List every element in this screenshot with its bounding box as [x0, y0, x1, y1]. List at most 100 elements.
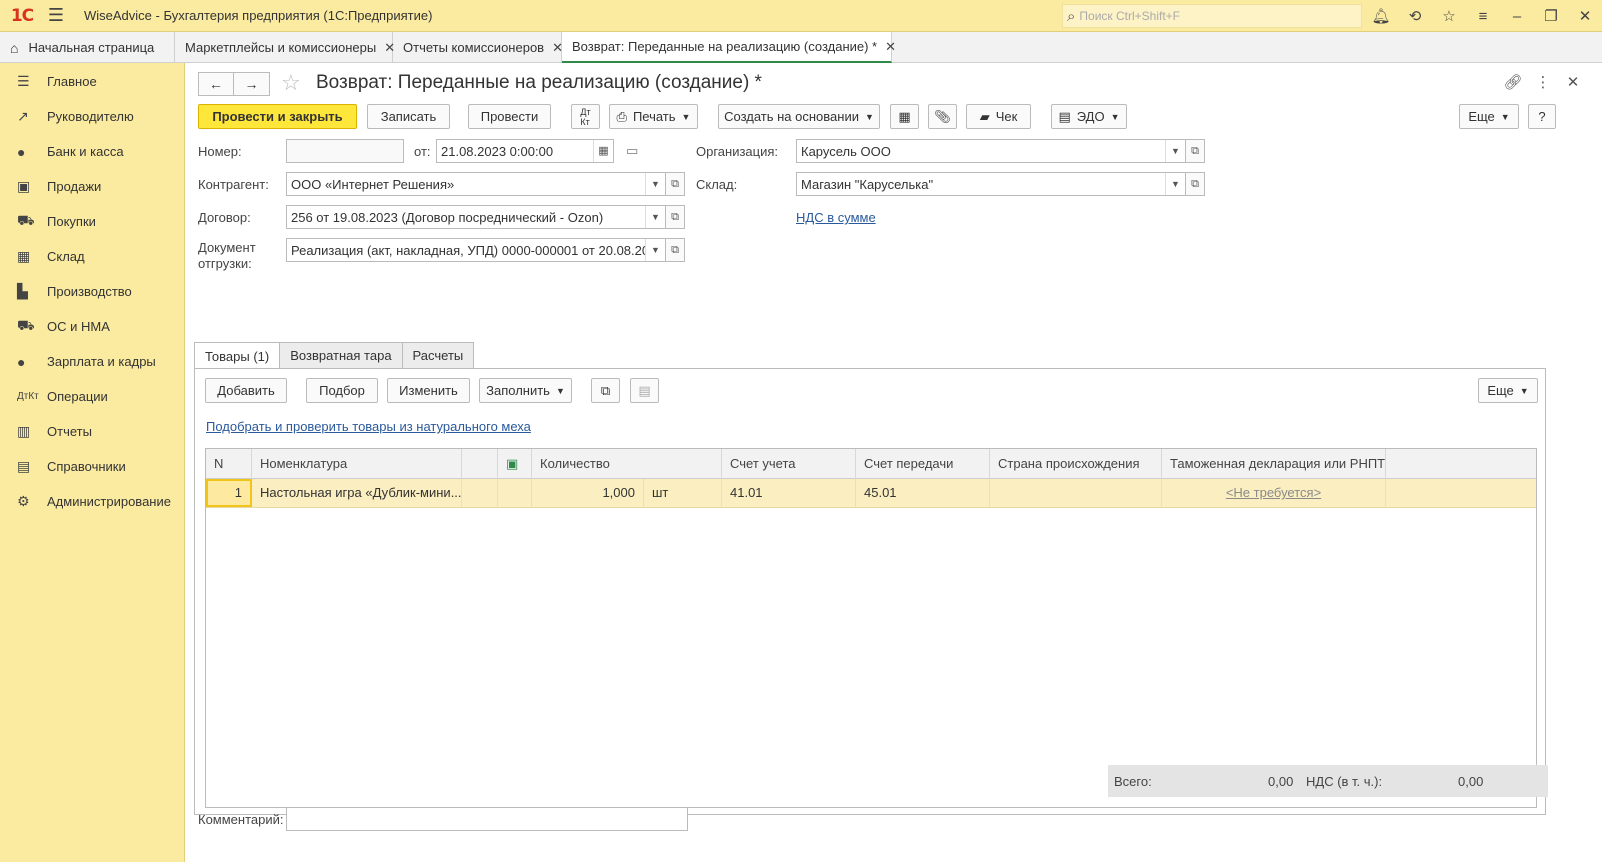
- cell-unit[interactable]: шт: [644, 479, 722, 507]
- sidebar-item-bank[interactable]: ● Банк и касса: [0, 134, 184, 169]
- organization-field[interactable]: Карусель ООО ▼: [796, 139, 1186, 163]
- tab-home[interactable]: ⌂ Начальная страница: [0, 32, 175, 63]
- favorite-star-icon[interactable]: ☆: [281, 70, 301, 96]
- comment-field[interactable]: [286, 807, 688, 831]
- forward-button[interactable]: →: [234, 72, 270, 96]
- sidebar-item-directories[interactable]: ▤ Справочники: [0, 449, 184, 484]
- link-icon[interactable]: 🔗︎: [1498, 73, 1528, 91]
- more-vert-icon[interactable]: ⋮: [1528, 73, 1558, 91]
- chevron-down-icon[interactable]: ▼: [645, 239, 665, 261]
- vat-in-amount-link[interactable]: НДС в сумме: [796, 210, 876, 225]
- dtkt-button[interactable]: Дт Кт: [571, 104, 600, 129]
- contract-field[interactable]: 256 от 19.08.2023 (Договор посреднически…: [286, 205, 666, 229]
- date-field[interactable]: 21.08.2023 0:00:00 ▦: [436, 139, 614, 163]
- open-shipment-doc-button[interactable]: ⧉: [665, 238, 685, 262]
- close-form-icon[interactable]: ✕: [1558, 73, 1588, 91]
- fill-button[interactable]: Заполнить ▼: [479, 378, 572, 403]
- structure-button[interactable]: ▦: [890, 104, 919, 129]
- more-button[interactable]: Еще ▼: [1459, 104, 1519, 129]
- tab-commission-reports[interactable]: Отчеты комиссионеров ✕: [393, 32, 563, 63]
- help-button[interactable]: ?: [1528, 104, 1556, 129]
- post-and-close-button[interactable]: Провести и закрыть: [198, 104, 357, 129]
- document-number-icon[interactable]: ▭: [626, 143, 638, 159]
- post-button[interactable]: Провести: [468, 104, 551, 129]
- calendar-icon[interactable]: ▦: [593, 140, 613, 162]
- sidebar-item-warehouse[interactable]: ▦ Склад: [0, 239, 184, 274]
- column-header-customs[interactable]: Таможенная декларация или РНПТ: [1162, 449, 1386, 479]
- tab-settlements[interactable]: Расчеты: [401, 342, 475, 368]
- receipt-button[interactable]: ▰ Чек: [966, 104, 1031, 129]
- tab-returnable-packaging[interactable]: Возвратная тара: [279, 342, 403, 368]
- fur-goods-link[interactable]: Подобрать и проверить товары из натураль…: [206, 419, 531, 434]
- sidebar-item-production[interactable]: ▙ Производство: [0, 274, 184, 309]
- cell-n[interactable]: 1: [206, 479, 252, 507]
- copy-row-button[interactable]: ⧉: [591, 378, 620, 403]
- not-required-link[interactable]: <Не требуется>: [1226, 485, 1321, 500]
- save-button[interactable]: Записать: [367, 104, 450, 129]
- sidebar-item-admin[interactable]: ⚙ Администрирование: [0, 484, 184, 519]
- column-header-marking[interactable]: ▣: [498, 449, 532, 479]
- change-button[interactable]: Изменить: [387, 378, 470, 403]
- open-counterparty-button[interactable]: ⧉: [665, 172, 685, 196]
- restore-icon[interactable]: ❐: [1534, 7, 1568, 25]
- cell-transfer-account[interactable]: 45.01: [856, 479, 990, 507]
- sidebar-item-main[interactable]: ☰ Главное: [0, 64, 184, 99]
- back-button[interactable]: ←: [198, 72, 234, 96]
- table-row[interactable]: 1 Настольная игра «Дублик-мини... 1,000 …: [206, 479, 1536, 508]
- warehouse-field[interactable]: Магазин "Каруселька" ▼: [796, 172, 1186, 196]
- chevron-down-icon[interactable]: ▼: [645, 173, 665, 195]
- edo-button[interactable]: ▤ ЭДО ▼: [1051, 104, 1127, 129]
- sidebar-item-purchases[interactable]: ⛟ Покупки: [0, 204, 184, 239]
- column-header-country[interactable]: Страна происхождения: [990, 449, 1162, 479]
- close-window-icon[interactable]: ✕: [1568, 7, 1602, 25]
- open-warehouse-button[interactable]: ⧉: [1185, 172, 1205, 196]
- minimize-icon[interactable]: –: [1500, 8, 1534, 25]
- sidebar-item-manager[interactable]: ↗ Руководителю: [0, 99, 184, 134]
- favorites-star-icon[interactable]: ☆: [1432, 7, 1466, 25]
- column-header-transfer-account[interactable]: Счет передачи: [856, 449, 990, 479]
- sidebar-item-sales[interactable]: ▣ Продажи: [0, 169, 184, 204]
- column-header-quantity[interactable]: Количество: [532, 449, 722, 479]
- cell-marking[interactable]: [498, 479, 532, 507]
- chevron-down-icon[interactable]: ▼: [1165, 173, 1185, 195]
- tab-return-document[interactable]: Возврат: Переданные на реализацию (созда…: [562, 32, 896, 63]
- add-row-button[interactable]: Добавить: [205, 378, 287, 403]
- tab-goods[interactable]: Товары (1): [194, 342, 281, 369]
- paste-row-button[interactable]: ▤: [630, 378, 659, 403]
- cell-quantity[interactable]: 1,000: [532, 479, 644, 507]
- column-header-blank[interactable]: [462, 449, 498, 479]
- close-tab-icon[interactable]: ✕: [885, 39, 896, 55]
- number-field[interactable]: [286, 139, 404, 163]
- 1c-logo-icon[interactable]: 1С: [0, 6, 44, 26]
- attach-button[interactable]: 📎︎: [928, 104, 957, 129]
- column-header-account[interactable]: Счет учета: [722, 449, 856, 479]
- sidebar-item-fixed-assets[interactable]: ⛟ ОС и НМА: [0, 309, 184, 344]
- shipment-doc-field[interactable]: Реализация (акт, накладная, УПД) 0000-00…: [286, 238, 666, 262]
- sidebar-item-reports[interactable]: ▥ Отчеты: [0, 414, 184, 449]
- create-based-button[interactable]: Создать на основании ▼: [718, 104, 880, 129]
- tab-marketplaces[interactable]: Маркетплейсы и комиссионеры ✕: [175, 32, 395, 63]
- sidebar: ☰ Главное ↗ Руководителю ● Банк и касса ▣ Пр…: [0, 63, 185, 862]
- hamburger-menu-icon[interactable]: ☰: [44, 5, 68, 26]
- history-icon[interactable]: ⟲: [1398, 7, 1432, 25]
- cell-country[interactable]: [990, 479, 1162, 507]
- open-organization-button[interactable]: ⧉: [1185, 139, 1205, 163]
- bell-icon[interactable]: 🔔︎: [1364, 7, 1398, 25]
- open-contract-button[interactable]: ⧉: [665, 205, 685, 229]
- sidebar-item-operations[interactable]: ДтКт Операции: [0, 379, 184, 414]
- table-more-button[interactable]: Еще ▼: [1478, 378, 1538, 403]
- counterparty-field[interactable]: ООО «Интернет Решения» ▼: [286, 172, 666, 196]
- column-header-nomenclature[interactable]: Номенклатура: [252, 449, 462, 479]
- cell-nomenclature[interactable]: Настольная игра «Дублик-мини...: [252, 479, 462, 507]
- chevron-down-icon[interactable]: ▼: [645, 206, 665, 228]
- pick-button[interactable]: Подбор: [306, 378, 378, 403]
- global-search-input[interactable]: ⌕ Поиск Ctrl+Shift+F: [1062, 4, 1362, 28]
- cell-customs-link[interactable]: <Не требуется>: [1162, 479, 1386, 507]
- column-header-n[interactable]: N: [206, 449, 252, 479]
- chevron-down-icon[interactable]: ▼: [1165, 140, 1185, 162]
- sidebar-item-salary[interactable]: ● Зарплата и кадры: [0, 344, 184, 379]
- settings-menu-icon[interactable]: ≡: [1466, 8, 1500, 25]
- cell-blank[interactable]: [462, 479, 498, 507]
- cell-account[interactable]: 41.01: [722, 479, 856, 507]
- print-button[interactable]: ⎙ Печать ▼: [609, 104, 698, 129]
